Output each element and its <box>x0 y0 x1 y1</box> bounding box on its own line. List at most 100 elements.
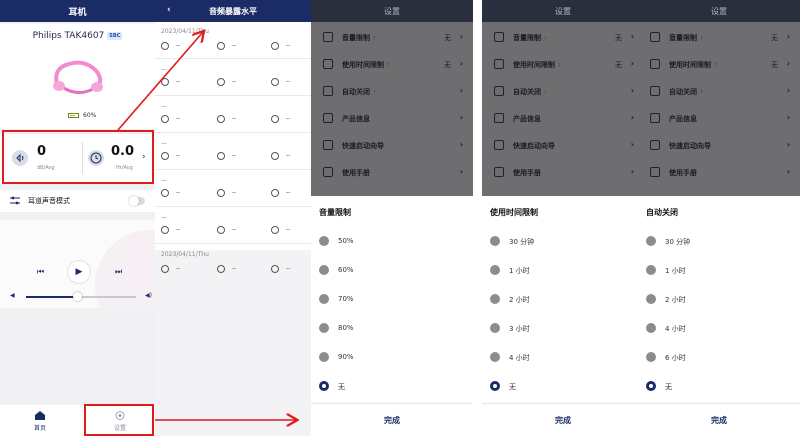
help-icon[interactable]: ? <box>714 63 717 69</box>
help-icon[interactable]: ? <box>373 36 376 42</box>
radio-icon[interactable] <box>319 294 329 304</box>
radio-icon[interactable] <box>646 236 656 246</box>
settings-item[interactable]: 产品信息 › <box>482 105 644 132</box>
radio-icon[interactable] <box>319 352 329 362</box>
radio-icon[interactable] <box>319 265 329 275</box>
option-item[interactable]: 60% <box>311 260 473 280</box>
settings-item[interactable]: 自动关闭? › <box>482 78 644 105</box>
exposure-row[interactable]: -- -- -- <box>155 109 311 131</box>
chevron-right-icon: › <box>786 167 790 176</box>
settings-item[interactable]: 快速启动向导 › <box>638 132 800 159</box>
settings-item[interactable]: 快速启动向导 › <box>482 132 644 159</box>
exposure-row[interactable]: -- -- -- <box>155 220 311 242</box>
radio-selected-icon[interactable] <box>490 381 500 391</box>
radio-icon[interactable] <box>646 323 656 333</box>
settings-item-label-row: 使用时间限制? <box>342 60 390 70</box>
radio-icon[interactable] <box>490 294 500 304</box>
help-icon[interactable]: ? <box>700 90 703 96</box>
option-item[interactable]: 3 小时 <box>482 318 644 338</box>
option-item[interactable]: 无 <box>482 376 644 396</box>
option-item[interactable]: 80% <box>311 318 473 338</box>
settings-item-label-row: 快速启动向导 <box>669 141 711 151</box>
help-icon[interactable]: ? <box>544 36 547 42</box>
option-item[interactable]: 6 小时 <box>638 347 800 367</box>
option-item[interactable]: 4 小时 <box>638 318 800 338</box>
settings-item[interactable]: 音量限制? 无 › <box>638 24 800 51</box>
help-icon[interactable]: ? <box>387 63 390 69</box>
help-icon[interactable]: ? <box>544 90 547 96</box>
radio-icon[interactable] <box>490 323 500 333</box>
radio-icon[interactable] <box>319 236 329 246</box>
exposure-row[interactable]: -- -- -- <box>155 72 311 94</box>
option-item[interactable]: 4 小时 <box>482 347 644 367</box>
play-button[interactable]: ▶ <box>67 260 91 284</box>
option-item[interactable]: 1 小时 <box>482 260 644 280</box>
settings-item[interactable]: 使用手册 › <box>638 159 800 186</box>
done-button[interactable]: 完成 <box>311 403 473 436</box>
radio-icon[interactable] <box>319 323 329 333</box>
done-button[interactable]: 完成 <box>482 403 644 436</box>
annotation-highlight-stats <box>2 130 154 184</box>
volume-slider[interactable] <box>26 292 136 301</box>
option-item[interactable]: 30 分钟 <box>482 231 644 251</box>
device-card[interactable]: Philips TAK4607 SBC 60% <box>0 24 155 129</box>
radio-icon[interactable] <box>646 294 656 304</box>
radio-selected-icon[interactable] <box>319 381 329 391</box>
radio-icon[interactable] <box>490 236 500 246</box>
headphone-title: 耳机 <box>68 7 87 18</box>
tab-home[interactable]: 首页 <box>10 405 70 436</box>
volume-low-icon: ◀ <box>10 292 15 299</box>
back-arrow-icon[interactable]: ‹ <box>167 5 171 15</box>
radio-selected-icon[interactable] <box>646 381 656 391</box>
option-item[interactable]: 无 <box>311 376 473 396</box>
option-item[interactable]: 1 小时 <box>638 260 800 280</box>
settings-item[interactable]: 产品信息 › <box>311 105 473 132</box>
option-item[interactable]: 2 小时 <box>482 289 644 309</box>
exposure-row[interactable]: -- -- -- <box>155 146 311 168</box>
next-track-icon[interactable]: ⏭ <box>115 267 122 277</box>
radio-icon[interactable] <box>490 265 500 275</box>
ambient-mode-toggle[interactable] <box>129 196 145 206</box>
info-icon <box>323 113 333 123</box>
done-label: 完成 <box>711 415 727 425</box>
radio-icon[interactable] <box>490 352 500 362</box>
exposure-row[interactable]: -- -- -- <box>155 259 311 281</box>
exposure-row[interactable]: -- -- -- <box>155 36 311 58</box>
settings-item[interactable]: 使用手册 › <box>482 159 644 186</box>
option-item[interactable]: 无 <box>638 376 800 396</box>
option-label: 50% <box>338 237 354 245</box>
previous-track-icon[interactable]: ⏮ <box>37 267 44 277</box>
settings-auto-off-screen: 设置 音量限制? 无 › 使用时间限制? 无 › 自动关闭? › 产品信息 › 快速启动向导 › 使用手… <box>638 0 800 436</box>
settings-item-label: 使用手册 <box>342 169 370 177</box>
option-item[interactable]: 30 分钟 <box>638 231 800 251</box>
settings-item-label: 使用时间限制 <box>513 61 555 69</box>
radio-icon[interactable] <box>646 352 656 362</box>
exposure-title: 音频暴露水平 <box>209 6 257 16</box>
option-item[interactable]: 50% <box>311 231 473 251</box>
volume-limit-icon <box>323 32 333 42</box>
ambient-mode-row[interactable]: 耳道声音模式 <box>0 190 155 212</box>
exposure-row[interactable]: -- -- -- <box>155 183 311 205</box>
chevron-right-icon: › <box>459 86 463 95</box>
settings-item[interactable]: 使用时间限制? 无 › <box>482 51 644 78</box>
radio-icon[interactable] <box>646 265 656 275</box>
option-item[interactable]: 90% <box>311 347 473 367</box>
settings-item[interactable]: 音量限制? 无 › <box>311 24 473 51</box>
settings-item[interactable]: 使用时间限制? 无 › <box>311 51 473 78</box>
done-button[interactable]: 完成 <box>638 403 800 436</box>
option-item[interactable]: 70% <box>311 289 473 309</box>
settings-item[interactable]: 自动关闭? › <box>638 78 800 105</box>
settings-item[interactable]: 使用手册 › <box>311 159 473 186</box>
help-icon[interactable]: ? <box>373 90 376 96</box>
settings-item[interactable]: 自动关闭? › <box>311 78 473 105</box>
option-item[interactable]: 2 小时 <box>638 289 800 309</box>
clock-icon <box>161 189 169 197</box>
settings-item[interactable]: 产品信息 › <box>638 105 800 132</box>
help-icon[interactable]: ? <box>558 63 561 69</box>
annotation-highlight-settings-tab <box>84 404 154 436</box>
chevron-right-icon: › <box>630 86 634 95</box>
settings-item[interactable]: 使用时间限制? 无 › <box>638 51 800 78</box>
help-icon[interactable]: ? <box>700 36 703 42</box>
settings-item[interactable]: 快速启动向导 › <box>311 132 473 159</box>
settings-item[interactable]: 音量限制? 无 › <box>482 24 644 51</box>
